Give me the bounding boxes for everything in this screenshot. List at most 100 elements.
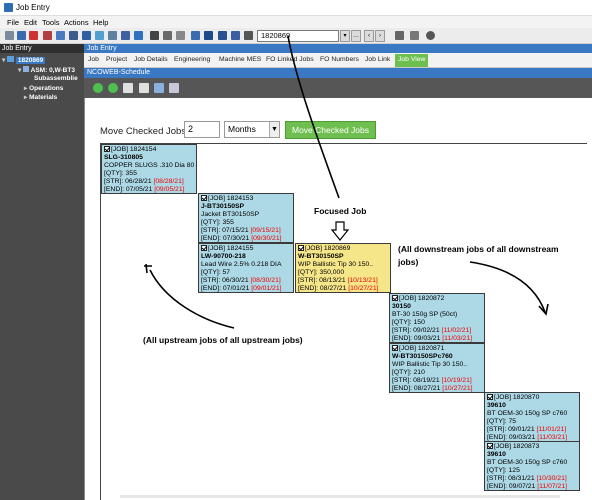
tab-strip: Job Project Job Details Engineering Mach… [84, 53, 592, 68]
tab-fo-linked-jobs[interactable]: FO Linked Jobs [266, 56, 314, 63]
tree-job-node[interactable]: ▾ 1820869 [2, 56, 46, 64]
job-checkbox[interactable] [201, 195, 207, 201]
save-layout-icon[interactable] [154, 83, 164, 93]
move-amount-input[interactable]: 2 [184, 121, 220, 138]
export-icon[interactable] [139, 83, 149, 93]
job-checkbox[interactable] [201, 245, 207, 251]
save-icon[interactable] [17, 31, 26, 40]
job-qty: [QTY]: 75 [487, 418, 517, 425]
schedule-toolbar [84, 78, 592, 98]
tab-job[interactable]: Job [88, 56, 99, 63]
job-str: 08/31/21 [508, 475, 535, 482]
tab-fo-numbers[interactable]: FO Numbers [320, 56, 359, 63]
job-end-moved: [09/01/21] [251, 285, 282, 292]
remove-icon[interactable] [108, 83, 118, 93]
job-part: 39610 [487, 451, 506, 458]
job-card-1820871[interactable]: [JOB] 1820871 W-BT30150SPc760 WIP Ballis… [389, 343, 485, 393]
job-str: 07/15/21 [222, 227, 249, 234]
print-icon[interactable] [56, 31, 65, 40]
tree-item-materials-label: Materials [29, 94, 58, 101]
menu-help[interactable]: Help [93, 18, 108, 27]
nav-icon[interactable] [395, 31, 404, 40]
tab-machine-mes[interactable]: Machine MES [219, 56, 261, 63]
horizontal-scrollbar[interactable] [120, 495, 560, 498]
job-part: SLG-310805 [104, 154, 143, 161]
move-checked-jobs-button[interactable]: Move Checked Jobs [285, 121, 376, 139]
job-str: 09/02/21 [413, 327, 440, 334]
job-checkbox[interactable] [392, 345, 398, 351]
job-card-1820870[interactable]: [JOB] 1820870 39610 BT OEM-30 150g SP c7… [484, 392, 580, 442]
job-card-1820869-focused[interactable]: [JOB] 1820869 W-BT30150SP WIP Ballistic … [295, 243, 391, 293]
record-icon[interactable] [426, 31, 435, 40]
job-end-moved: [09/05/21] [154, 186, 185, 193]
job-prev-button[interactable]: ‹ [364, 30, 374, 42]
tree-item-operations-label: Operations [29, 85, 64, 92]
menu-edit[interactable]: Edit [24, 18, 37, 27]
job-checkbox[interactable] [298, 245, 304, 251]
job-str-label: [STR]: [392, 377, 414, 384]
clear-icon[interactable] [218, 31, 227, 40]
excel-icon[interactable] [123, 83, 133, 93]
print-layout-icon[interactable] [169, 83, 179, 93]
cut-icon[interactable] [150, 31, 159, 40]
preview-icon[interactable] [69, 31, 78, 40]
chevron-down-icon[interactable]: ▼ [269, 122, 279, 137]
job-end-label: [END]: [201, 235, 223, 242]
delete-icon[interactable] [29, 31, 38, 40]
job-card-1824154[interactable]: [JOB] 1824154 SLG-310805 COPPER SLUGS .3… [101, 144, 197, 194]
job-checkbox[interactable] [487, 443, 493, 449]
app-icon [4, 3, 13, 12]
job-checkbox[interactable] [392, 295, 398, 301]
schedule-header: NCOWEB-Schedule [84, 68, 592, 78]
calendar-icon[interactable] [82, 31, 91, 40]
job-end: 08/27/21 [319, 285, 347, 292]
chart-icon[interactable] [121, 31, 130, 40]
tab-job-link[interactable]: Job Link [365, 56, 390, 63]
job-str-moved: [10/30/21] [536, 475, 567, 482]
job-dropdown-button[interactable]: ▾ [340, 30, 350, 42]
job-card-1820873[interactable]: [JOB] 1820873 39610 BT OEM-30 150g SP c7… [484, 441, 580, 491]
job-str: 08/19/21 [413, 377, 440, 384]
lock-icon[interactable] [410, 31, 419, 40]
job-number-field[interactable]: 1820869 [257, 30, 339, 42]
job-id: [JOB] 1824154 [111, 146, 157, 153]
job-desc: BT-30 150g SP (50ct) [392, 311, 458, 318]
refresh-icon[interactable] [204, 31, 213, 40]
tab-engineering[interactable]: Engineering [174, 56, 210, 63]
attach-icon[interactable] [43, 31, 52, 40]
job-search-button[interactable]: … [351, 30, 361, 42]
job-str: 06/30/21 [222, 277, 249, 284]
menu-tools[interactable]: Tools [42, 18, 60, 27]
search-icon[interactable] [108, 31, 117, 40]
job-end: 09/03/21 [508, 434, 536, 441]
job-card-1824155[interactable]: [JOB] 1824155 LW-90700-218 Lead Wire 2.5… [198, 243, 294, 293]
add-icon[interactable] [93, 83, 103, 93]
job-id: [JOB] 1824153 [208, 195, 254, 202]
move-unit-select[interactable]: Months ▼ [224, 121, 280, 138]
tab-job-details[interactable]: Job Details [134, 56, 168, 63]
copy-icon[interactable] [163, 31, 172, 40]
help-icon[interactable] [231, 31, 240, 40]
job-card-1820872[interactable]: [JOB] 1820872 30150 BT-30 150g SP (50ct)… [389, 293, 485, 343]
tab-job-view[interactable]: Job View [395, 54, 429, 67]
job-end: 07/30/21 [222, 235, 250, 242]
menu-file[interactable]: File [7, 18, 19, 27]
undo-icon[interactable] [134, 31, 143, 40]
job-str-moved: [11/02/21] [441, 327, 472, 334]
filter-icon[interactable] [244, 31, 253, 40]
job-checkbox[interactable] [487, 394, 493, 400]
job-card-1824153[interactable]: [JOB] 1824153 J-BT30150SP Jacket BT30150… [198, 193, 294, 243]
job-next-button[interactable]: › [375, 30, 385, 42]
menu-actions[interactable]: Actions [64, 18, 89, 27]
paste-icon[interactable] [176, 31, 185, 40]
job-str-moved: [09/15/21] [250, 227, 281, 234]
tree-asm-node[interactable]: ▾ ASM: 0,W-BT3 [18, 66, 75, 74]
new-icon[interactable] [191, 31, 200, 40]
email-icon[interactable] [95, 31, 104, 40]
tree-item-materials[interactable]: ▸ Materials [24, 93, 57, 101]
tree-item-operations[interactable]: ▸ Operations [24, 84, 63, 92]
tab-project[interactable]: Project [106, 56, 127, 63]
open-icon[interactable] [5, 31, 14, 40]
job-checkbox[interactable] [104, 146, 110, 152]
tree-item-subassemblies[interactable]: Subassemblie [34, 75, 78, 82]
